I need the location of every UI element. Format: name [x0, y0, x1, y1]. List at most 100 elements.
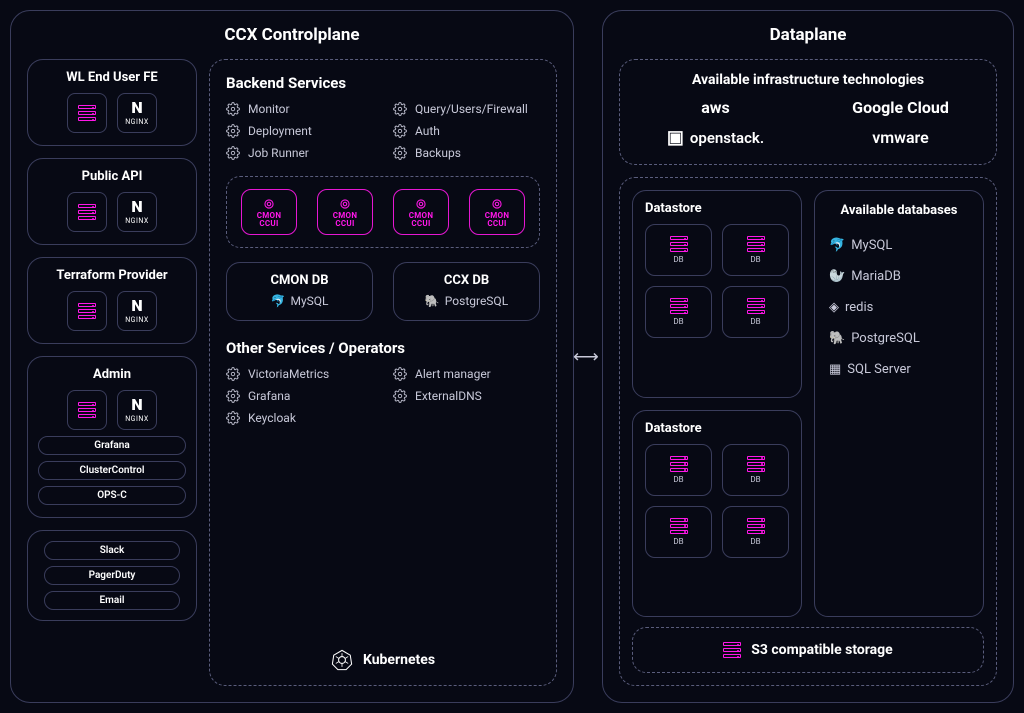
wl-title: WL End User FE [38, 70, 186, 85]
alert-pill: Email [44, 591, 180, 610]
admin-tool-list: Grafana ClusterControl OPS-C [38, 436, 186, 505]
kubernetes-icon [331, 649, 353, 671]
gear-icon [226, 146, 240, 160]
s3-storage-box: S3 compatible storage [632, 627, 984, 673]
admin-tool-pill: ClusterControl [38, 461, 186, 480]
bidirectional-arrow-icon: ⟷ [573, 346, 599, 367]
gear-icon [393, 146, 407, 160]
admin-tool-pill: Grafana [38, 436, 186, 455]
cmon-ccui-item: CMONCCUI [469, 189, 525, 235]
service-item: Monitor [226, 102, 373, 116]
ccx-db-title: CCX DB [406, 273, 527, 288]
public-api-card: Public API NNGINX [27, 158, 197, 245]
gear-icon [393, 124, 407, 138]
dataplane-title: Dataplane [619, 25, 997, 45]
datastore-title: Datastore [645, 421, 789, 436]
datastore-card: Datastore DB DB DB DB [632, 410, 802, 618]
openstack-logo: ▣openstack. [667, 127, 764, 148]
gear-icon [414, 196, 428, 210]
service-item: Backups [393, 146, 540, 160]
gear-icon [226, 367, 240, 381]
datastore-card: Datastore DB DB DB DB [632, 190, 802, 398]
tf-title: Terraform Provider [38, 268, 186, 283]
admin-tool-pill: OPS-C [38, 486, 186, 505]
dataplane-panel: Dataplane Available infrastructure techn… [602, 10, 1014, 703]
db-box: DB [645, 506, 712, 558]
cmon-ccui-item: CMONCCUI [393, 189, 449, 235]
gear-icon [393, 389, 407, 403]
nginx-icon: NNGINX [117, 93, 157, 133]
gear-icon [490, 196, 504, 210]
nginx-icon: NNGINX [117, 390, 157, 430]
google-cloud-logo: Google Cloud [852, 98, 949, 117]
gear-icon [338, 196, 352, 210]
backend-services-panel: Backend Services Monitor Query/Users/Fir… [209, 59, 557, 686]
alert-pill: PagerDuty [44, 566, 180, 585]
controlplane-panel: CCX Controlplane WL End User FE NNGINX P… [10, 10, 574, 703]
cmon-db-card: CMON DB 🐬MySQL [226, 262, 373, 321]
other-services-grid: VictoriaMetrics Alert manager Grafana Ex… [226, 367, 540, 425]
admin-card: Admin NNGINX Grafana ClusterControl OPS-… [27, 356, 197, 518]
service-item: Keycloak [226, 411, 373, 425]
gear-icon [226, 389, 240, 403]
admin-title: Admin [38, 367, 186, 382]
other-services-title: Other Services / Operators [226, 339, 540, 357]
db-box: DB [722, 444, 789, 496]
gear-icon [393, 102, 407, 116]
nginx-icon: NNGINX [117, 291, 157, 331]
infra-technologies-box: Available infrastructure technologies aw… [619, 59, 997, 165]
server-icon [67, 93, 107, 133]
datastore-title: Datastore [645, 201, 789, 216]
service-item: Deployment [226, 124, 373, 138]
mysql-logo: 🐬MySQL [239, 294, 360, 308]
server-icon [723, 642, 741, 658]
public-api-title: Public API [38, 169, 186, 184]
db-box: DB [722, 506, 789, 558]
infra-title: Available infrastructure technologies [638, 72, 978, 88]
available-db-title: Available databases [829, 203, 969, 218]
cmon-ccui-row: CMONCCUI CMONCCUI CMONCCUI CMONCCUI [226, 176, 540, 248]
service-item: ExternalDNS [393, 389, 540, 403]
server-icon [67, 192, 107, 232]
dataplane-main-box: Datastore DB DB DB DB Datastore DB [619, 177, 997, 686]
backend-services-title: Backend Services [226, 74, 540, 92]
mysql-logo: 🐬MySQL [829, 238, 969, 253]
server-icon [67, 390, 107, 430]
gear-icon [226, 102, 240, 116]
gear-icon [226, 124, 240, 138]
vmware-logo: vmware [872, 128, 929, 147]
cmon-ccui-item: CMONCCUI [317, 189, 373, 235]
db-box: DB [722, 286, 789, 338]
available-databases-card: Available databases 🐬MySQL 🦭MariaDB ◈red… [814, 190, 984, 617]
sqlserver-logo: ▦SQL Server [829, 362, 969, 377]
mariadb-logo: 🦭MariaDB [829, 269, 969, 284]
gear-icon [262, 196, 276, 210]
cmon-db-title: CMON DB [239, 273, 360, 288]
db-box: DB [645, 444, 712, 496]
redis-logo: ◈redis [829, 300, 969, 315]
service-item: Query/Users/Firewall [393, 102, 540, 116]
postgresql-logo: 🐘PostgreSQL [829, 331, 969, 346]
service-item: Auth [393, 124, 540, 138]
kubernetes-label: Kubernetes [363, 652, 435, 668]
gear-icon [226, 411, 240, 425]
alert-pill: Slack [44, 541, 180, 560]
service-item: Job Runner [226, 146, 373, 160]
wl-end-user-fe-card: WL End User FE NNGINX [27, 59, 197, 146]
gear-icon [393, 367, 407, 381]
server-icon [67, 291, 107, 331]
db-box: DB [645, 224, 712, 276]
cmon-ccui-item: CMONCCUI [241, 189, 297, 235]
service-item: Grafana [226, 389, 373, 403]
aws-logo: aws [701, 98, 730, 117]
alerts-card: Slack PagerDuty Email [27, 530, 197, 621]
backend-services-grid: Monitor Query/Users/Firewall Deployment … [226, 102, 540, 160]
nginx-icon: NNGINX [117, 192, 157, 232]
controlplane-title: CCX Controlplane [27, 25, 557, 45]
datastore-column: Datastore DB DB DB DB Datastore DB [632, 190, 802, 617]
controlplane-left-column: WL End User FE NNGINX Public API NNGINX [27, 59, 197, 686]
service-item: Alert manager [393, 367, 540, 381]
s3-label: S3 compatible storage [751, 642, 892, 658]
db-row: CMON DB 🐬MySQL CCX DB 🐘PostgreSQL [226, 262, 540, 321]
kubernetes-row: Kubernetes [226, 645, 540, 671]
